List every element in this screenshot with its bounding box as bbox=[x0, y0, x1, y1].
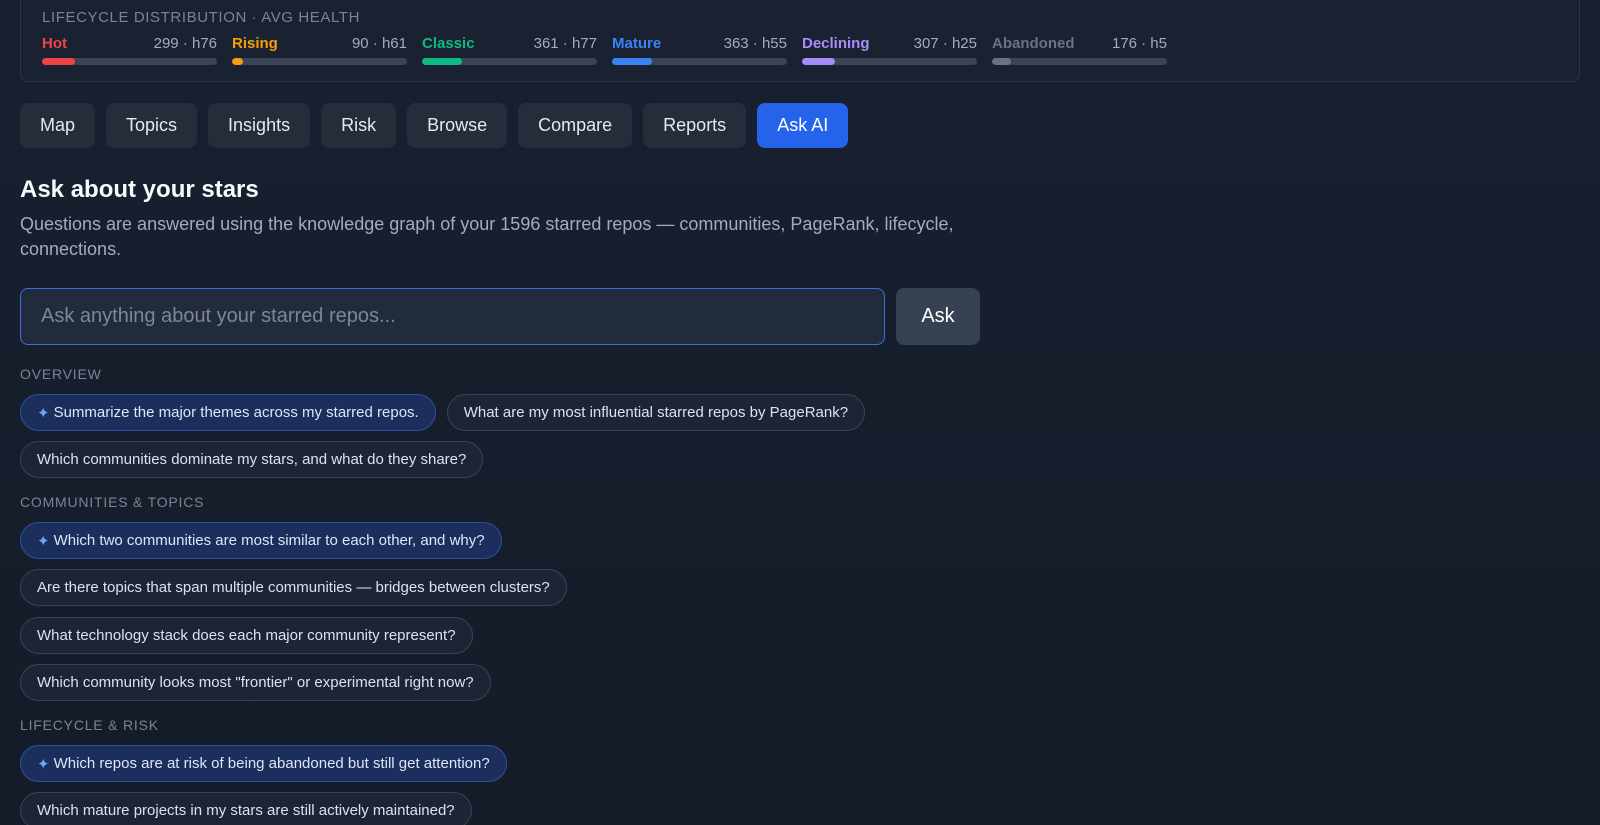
ask-input[interactable] bbox=[20, 288, 885, 345]
lifecycle-name: Classic bbox=[422, 35, 475, 52]
chip-row: ✦ Which repos are at risk of being aband… bbox=[20, 745, 507, 782]
tab-browse[interactable]: Browse bbox=[407, 103, 508, 148]
tab-topics[interactable]: Topics bbox=[106, 103, 198, 148]
suggestion-chip[interactable]: Which communities dominate my stars, and… bbox=[20, 441, 484, 478]
lifecycle-item-abandoned: Abandoned 176 · h5 bbox=[992, 35, 1167, 65]
lifecycle-name: Hot bbox=[42, 35, 67, 52]
suggestion-text: Which mature projects in my stars are st… bbox=[37, 802, 455, 819]
suggestion-chip[interactable]: Which community looks most "frontier" or… bbox=[20, 664, 491, 701]
lifecycle-heading: LIFECYCLE DISTRIBUTION · AVG HEALTH bbox=[42, 9, 360, 26]
chip-row: Which community looks most "frontier" or… bbox=[20, 664, 491, 701]
suggestion-chip[interactable]: Are there topics that span multiple comm… bbox=[20, 569, 567, 606]
lifecycle-bar-fill bbox=[42, 58, 76, 65]
lifecycle-item-rising: Rising 90 · h61 bbox=[232, 35, 407, 65]
page-title: Ask about your stars bbox=[20, 176, 259, 203]
lifecycle-bar-track bbox=[42, 58, 217, 65]
lifecycle-bar-fill bbox=[992, 58, 1012, 65]
sparkle-icon: ✦ bbox=[37, 404, 50, 422]
lifecycle-bar-track bbox=[422, 58, 597, 65]
nav-tabs: Map Topics Insights Risk Browse Compare … bbox=[20, 103, 849, 148]
tab-reports[interactable]: Reports bbox=[643, 103, 747, 148]
lifecycle-panel: LIFECYCLE DISTRIBUTION · AVG HEALTH Hot … bbox=[20, 0, 1580, 82]
suggestion-text: Which two communities are most similar t… bbox=[53, 532, 485, 549]
tab-insights[interactable]: Insights bbox=[208, 103, 311, 148]
lifecycle-stat: 307 · h25 bbox=[913, 35, 977, 52]
suggestion-text: Which community looks most "frontier" or… bbox=[37, 674, 474, 691]
lifecycle-bar-track bbox=[612, 58, 787, 65]
tab-ask-ai[interactable]: Ask AI bbox=[757, 103, 849, 148]
chip-row: What technology stack does each major co… bbox=[20, 617, 473, 654]
lifecycle-stat: 361 · h77 bbox=[533, 35, 597, 52]
ask-button[interactable]: Ask bbox=[896, 288, 980, 345]
tab-map[interactable]: Map bbox=[20, 103, 96, 148]
lifecycle-bar-track bbox=[232, 58, 407, 65]
lifecycle-item-classic: Classic 361 · h77 bbox=[422, 35, 597, 65]
chip-row: ✦ Which two communities are most similar… bbox=[20, 522, 502, 559]
lifecycle-items: Hot 299 · h76 Rising 90 · h61 Classic 36… bbox=[42, 35, 1167, 65]
lifecycle-name: Mature bbox=[612, 35, 662, 52]
chip-row: Which mature projects in my stars are st… bbox=[20, 792, 472, 825]
lifecycle-stat: 176 · h5 bbox=[1111, 35, 1167, 52]
chip-row: ✦ Summarize the major themes across my s… bbox=[20, 394, 866, 431]
lifecycle-name: Rising bbox=[232, 35, 278, 52]
chip-row: Which communities dominate my stars, and… bbox=[20, 441, 484, 478]
lifecycle-stat: 363 · h55 bbox=[723, 35, 787, 52]
suggestion-chip[interactable]: ✦ Which two communities are most similar… bbox=[20, 522, 502, 559]
suggestion-text: What are my most influential starred rep… bbox=[463, 404, 849, 421]
lifecycle-bar-fill bbox=[232, 58, 243, 65]
suggestion-text: Which repos are at risk of being abandon… bbox=[53, 755, 490, 772]
lifecycle-bar-fill bbox=[802, 58, 836, 65]
section-label-overview: OVERVIEW bbox=[20, 366, 102, 382]
section-label-lifecycle-risk: LIFECYCLE & RISK bbox=[20, 717, 159, 733]
suggestion-chip[interactable]: What technology stack does each major co… bbox=[20, 617, 473, 654]
lifecycle-bar-fill bbox=[422, 58, 463, 65]
lifecycle-stat: 299 · h76 bbox=[153, 35, 217, 52]
suggestion-chip[interactable]: ✦ Summarize the major themes across my s… bbox=[20, 394, 436, 431]
suggestion-text: Summarize the major themes across my sta… bbox=[53, 404, 419, 421]
lifecycle-name: Abandoned bbox=[992, 35, 1075, 52]
suggestion-chip[interactable]: Which mature projects in my stars are st… bbox=[20, 792, 472, 825]
lifecycle-name: Declining bbox=[802, 35, 870, 52]
lifecycle-item-hot: Hot 299 · h76 bbox=[42, 35, 217, 65]
lifecycle-bar-fill bbox=[612, 58, 653, 65]
tab-risk[interactable]: Risk bbox=[321, 103, 397, 148]
lifecycle-item-declining: Declining 307 · h25 bbox=[802, 35, 977, 65]
suggestion-chip[interactable]: What are my most influential starred rep… bbox=[446, 394, 866, 431]
suggestion-text: What technology stack does each major co… bbox=[37, 627, 456, 644]
tab-compare[interactable]: Compare bbox=[518, 103, 633, 148]
lifecycle-item-mature: Mature 363 · h55 bbox=[612, 35, 787, 65]
section-label-communities: COMMUNITIES & TOPICS bbox=[20, 494, 205, 510]
lifecycle-bar-track bbox=[802, 58, 977, 65]
sparkle-icon: ✦ bbox=[37, 755, 50, 773]
lifecycle-bar-track bbox=[992, 58, 1167, 65]
suggestion-text: Which communities dominate my stars, and… bbox=[37, 451, 467, 468]
page-description: Questions are answered using the knowled… bbox=[20, 214, 954, 259]
chip-row: Are there topics that span multiple comm… bbox=[20, 569, 567, 606]
suggestion-chip[interactable]: ✦ Which repos are at risk of being aband… bbox=[20, 745, 507, 782]
sparkle-icon: ✦ bbox=[37, 532, 50, 550]
suggestion-text: Are there topics that span multiple comm… bbox=[37, 579, 550, 596]
lifecycle-stat: 90 · h61 bbox=[351, 35, 407, 52]
